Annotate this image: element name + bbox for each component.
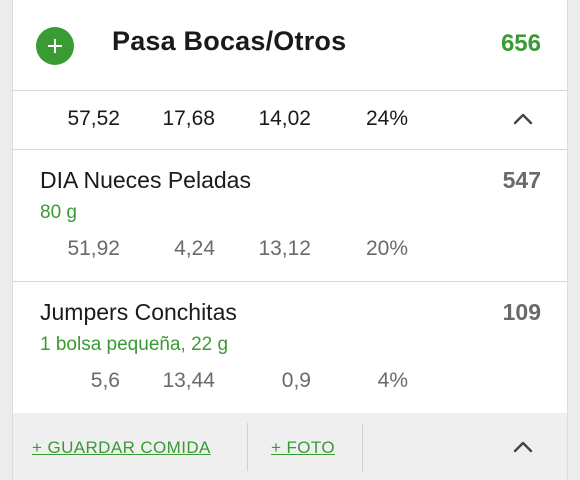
food-entry[interactable]: DIA Nueces Peladas 547 80 g 51,92 4,24 1…	[13, 150, 567, 281]
meal-summary-row: 57,52 17,68 14,02 24%	[13, 90, 567, 149]
food-fat: 4,24	[174, 237, 215, 260]
food-protein: 0,9	[281, 369, 311, 392]
food-percent: 20%	[365, 237, 408, 260]
food-entry[interactable]: Jumpers Conchitas 109 1 bolsa pequeña, 2…	[13, 282, 567, 413]
save-meal-link[interactable]: + GUARDAR COMIDA	[32, 438, 211, 458]
chevron-up-icon	[513, 441, 533, 453]
food-quantity: 80 g	[40, 202, 77, 223]
food-name: DIA Nueces Peladas	[40, 167, 251, 193]
meal-total-calories: 656	[500, 30, 541, 57]
food-protein: 13,12	[258, 237, 311, 260]
meal-header: Pasa Bocas/Otros 656	[13, 0, 567, 90]
meal-title: Pasa Bocas/Otros	[112, 26, 347, 56]
collapse-meal-button[interactable]	[513, 440, 533, 459]
food-calories: 109	[502, 299, 541, 325]
summary-percent: 24%	[365, 107, 408, 130]
food-name: Jumpers Conchitas	[40, 299, 237, 325]
footer-divider	[362, 423, 363, 471]
meal-footer: + GUARDAR COMIDA + FOTO	[13, 413, 567, 480]
plus-icon	[48, 39, 62, 53]
chevron-up-icon	[513, 113, 533, 125]
add-food-button[interactable]	[36, 27, 74, 65]
food-calories: 547	[502, 167, 541, 193]
footer-divider	[247, 423, 248, 471]
summary-fat: 17,68	[162, 107, 215, 130]
collapse-summary-button[interactable]	[513, 112, 533, 131]
food-carbs: 5,6	[90, 369, 120, 392]
add-photo-link[interactable]: + FOTO	[271, 438, 335, 458]
summary-protein: 14,02	[258, 107, 311, 130]
food-quantity: 1 bolsa pequeña, 22 g	[40, 334, 229, 355]
food-percent: 4%	[377, 369, 408, 392]
meal-card: Pasa Bocas/Otros 656 57,52 17,68 14,02 2…	[12, 0, 568, 480]
summary-carbs: 57,52	[67, 107, 120, 130]
food-carbs: 51,92	[67, 237, 120, 260]
food-fat: 13,44	[162, 369, 215, 392]
